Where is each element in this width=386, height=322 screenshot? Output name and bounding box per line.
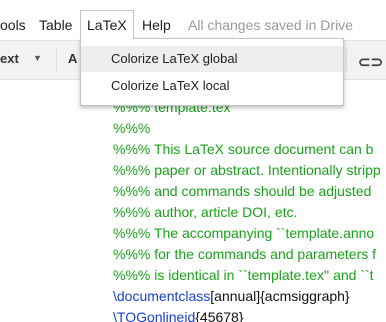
toolbar-divider	[346, 49, 347, 71]
comment-line: %%% is identical in ``template.tex'' and…	[113, 267, 374, 283]
command-line: \TOGonlineid{45678}	[113, 309, 244, 322]
menu-help[interactable]: Help	[142, 14, 171, 36]
command-line: \documentclass[annual]{acmsiggraph}	[113, 288, 350, 304]
toolbar-divider	[56, 49, 57, 71]
latex-command: \documentclass	[113, 288, 211, 304]
comment-line: %%% The accompanying ``template.anno	[113, 225, 375, 241]
latex-argument: {45678}	[195, 309, 244, 322]
comment-line: %%% This LaTeX source document can b	[113, 141, 374, 157]
menu-tools[interactable]: ools	[0, 14, 26, 36]
link-icon[interactable]: ⊂⊃	[358, 53, 383, 71]
menu-item-colorize-local[interactable]: Colorize LaTeX local	[81, 73, 343, 99]
comment-line: %%% author, article DOI, etc.	[113, 204, 298, 220]
latex-command: \TOGonlineid	[113, 309, 196, 322]
comment-line: %%%	[113, 120, 151, 136]
latex-option: [annual]	[210, 288, 261, 304]
latex-menu-dropdown: Colorize LaTeX global Colorize LaTeX loc…	[80, 38, 344, 106]
comment-line: %%% and commands should be adjusted	[113, 183, 372, 199]
comment-line: %%% paper or abstract. Intentionally str…	[113, 162, 381, 178]
latex-argument: {acmsiggraph}	[260, 288, 350, 304]
save-status: All changes saved in Drive	[188, 17, 353, 33]
document-body[interactable]: %%% template.tex %%% %%% This LaTeX sour…	[113, 99, 386, 322]
style-select[interactable]: ext	[0, 51, 19, 66]
chevron-down-icon[interactable]: ▼	[33, 53, 42, 63]
comment-line: %%% for the commands and parameters f	[113, 246, 377, 262]
menu-latex[interactable]: LaTeX	[80, 10, 134, 39]
menu-table[interactable]: Table	[39, 14, 72, 36]
font-select[interactable]: A	[68, 51, 77, 66]
menu-item-colorize-global[interactable]: Colorize LaTeX global	[81, 46, 343, 72]
